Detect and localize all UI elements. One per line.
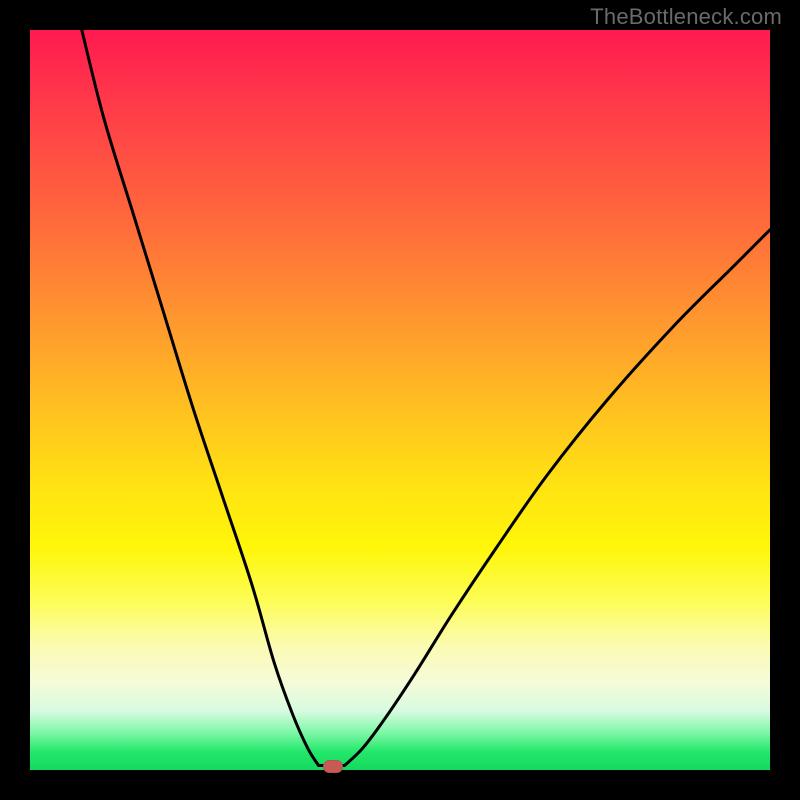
bottleneck-curve [30, 30, 770, 770]
chart-frame: TheBottleneck.com [0, 0, 800, 800]
plot-area-border [30, 30, 770, 770]
watermark-text: TheBottleneck.com [590, 4, 782, 30]
optimum-marker [323, 760, 343, 773]
